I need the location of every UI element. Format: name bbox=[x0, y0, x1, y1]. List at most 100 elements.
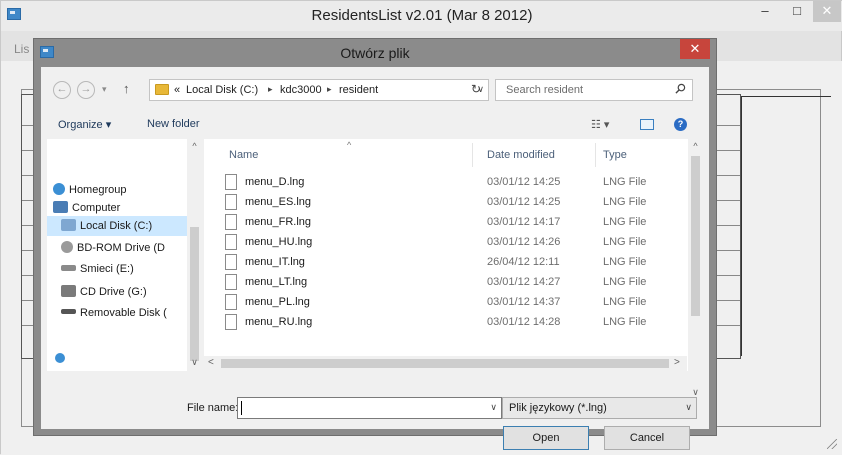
menu-list[interactable]: Lis bbox=[14, 42, 29, 56]
file-row[interactable]: menu_IT.lng 26/04/12 12:11 LNG File bbox=[204, 253, 684, 273]
dialog-titlebar[interactable]: Otwórz plik ✕ bbox=[34, 39, 716, 67]
file-date: 03/01/12 14:26 bbox=[487, 236, 561, 248]
text-caret bbox=[241, 401, 242, 415]
column-header-date-modified[interactable]: Date modified bbox=[487, 149, 555, 161]
up-folder-button[interactable]: ↑ bbox=[123, 81, 130, 96]
search-input[interactable]: Search resident bbox=[495, 79, 693, 101]
dialog-title: Otwórz plik bbox=[340, 45, 410, 61]
nav-item-label: Smieci (E:) bbox=[80, 263, 134, 275]
file-icon bbox=[225, 234, 237, 250]
breadcrumb-resident[interactable]: resident bbox=[339, 84, 378, 96]
column-divider[interactable] bbox=[595, 143, 596, 167]
nav-item-label: Removable Disk ( bbox=[80, 307, 167, 319]
scroll-thumb[interactable] bbox=[190, 227, 199, 361]
removable-disk-icon bbox=[61, 309, 76, 314]
breadcrumb-local-disk[interactable]: Local Disk (C:) bbox=[186, 84, 258, 96]
breadcrumb-separator[interactable]: ▸ bbox=[327, 84, 332, 95]
close-button[interactable]: ✕ bbox=[813, 1, 841, 22]
column-divider[interactable] bbox=[472, 143, 473, 167]
nav-item-label: Local Disk (C:) bbox=[80, 220, 153, 232]
nav-item-local-disk[interactable]: Local Disk (C:) bbox=[61, 219, 188, 232]
nav-item-homegroup[interactable]: Homegroup bbox=[53, 183, 188, 196]
organize-button[interactable]: Organize ▾ bbox=[58, 118, 111, 131]
file-type-select[interactable]: Plik językowy (*.lng) ∨ bbox=[502, 397, 697, 419]
file-date: 03/01/12 14:27 bbox=[487, 276, 561, 288]
file-date: 03/01/12 14:25 bbox=[487, 176, 561, 188]
file-name: menu_HU.lng bbox=[245, 236, 313, 248]
scroll-down-arrow[interactable]: ∨ bbox=[187, 357, 202, 368]
scroll-thumb[interactable] bbox=[691, 156, 700, 316]
back-button[interactable]: ← bbox=[53, 81, 71, 99]
main-titlebar: ResidentsList v2.01 (Mar 8 2012) – □ ✕ bbox=[1, 1, 842, 31]
resize-grip[interactable] bbox=[827, 439, 837, 449]
breadcrumb-separator[interactable]: ▸ bbox=[268, 84, 273, 95]
file-type: LNG File bbox=[603, 316, 647, 328]
file-name: menu_PL.lng bbox=[245, 296, 310, 308]
file-name-input[interactable]: ∨ bbox=[237, 397, 502, 419]
maximize-button[interactable]: □ bbox=[783, 1, 811, 22]
file-type: LNG File bbox=[603, 256, 647, 268]
nav-item-network-icon[interactable] bbox=[55, 353, 65, 363]
file-type: LNG File bbox=[603, 176, 647, 188]
dialog-close-button[interactable]: ✕ bbox=[680, 39, 710, 59]
help-icon[interactable]: ? bbox=[674, 118, 687, 131]
cancel-button[interactable]: Cancel bbox=[604, 426, 690, 450]
hscroll-thumb[interactable] bbox=[221, 359, 669, 368]
cd-drive-icon bbox=[61, 285, 76, 297]
nav-item-bd-rom[interactable]: BD-ROM Drive (D bbox=[61, 241, 188, 254]
nav-item-label: CD Drive (G:) bbox=[80, 286, 147, 298]
file-row[interactable]: menu_HU.lng 03/01/12 14:26 LNG File bbox=[204, 233, 684, 253]
view-options-icon[interactable]: ☷ ▾ bbox=[591, 118, 609, 131]
file-row[interactable]: menu_LT.lng 03/01/12 14:27 LNG File bbox=[204, 273, 684, 293]
file-name-label: File name: bbox=[187, 402, 239, 414]
main-window-title: ResidentsList v2.01 (Mar 8 2012) bbox=[311, 7, 533, 24]
nav-item-smieci[interactable]: Smieci (E:) bbox=[61, 263, 188, 275]
hard-drive-icon bbox=[61, 219, 76, 231]
nav-item-label: Computer bbox=[72, 202, 121, 214]
nav-item-cd-drive[interactable]: CD Drive (G:) bbox=[61, 285, 188, 298]
refresh-button[interactable]: ↻ bbox=[465, 79, 487, 101]
scroll-right-arrow[interactable]: > bbox=[674, 357, 680, 368]
file-row[interactable]: menu_PL.lng 03/01/12 14:37 LNG File bbox=[204, 293, 684, 313]
nav-item-computer[interactable]: Computer bbox=[53, 201, 188, 214]
file-list-scrollbar[interactable]: ^ ∨ bbox=[688, 139, 703, 401]
nav-pane-scrollbar[interactable]: ^ ∨ bbox=[187, 139, 202, 371]
file-name-dropdown-icon[interactable]: ∨ bbox=[490, 402, 497, 413]
breadcrumb-kdc3000[interactable]: kdc3000 bbox=[280, 84, 322, 96]
new-folder-button[interactable]: New folder bbox=[147, 118, 200, 130]
navigation-pane: Homegroup Computer Local Disk (C:) BD-RO… bbox=[47, 139, 202, 371]
address-bar[interactable]: « Local Disk (C:) ▸ kdc3000 ▸ resident ∨ bbox=[149, 79, 489, 101]
recent-locations-button[interactable]: ▾ bbox=[102, 84, 107, 95]
folder-icon bbox=[155, 84, 169, 95]
preview-pane-icon[interactable] bbox=[640, 119, 654, 130]
scroll-left-arrow[interactable]: < bbox=[208, 357, 214, 368]
file-name: menu_RU.lng bbox=[245, 316, 313, 328]
column-header-name[interactable]: Name bbox=[229, 149, 258, 161]
file-row[interactable]: menu_FR.lng 03/01/12 14:17 LNG File bbox=[204, 213, 684, 233]
nav-item-removable-disk[interactable]: Removable Disk ( bbox=[61, 307, 188, 319]
homegroup-icon bbox=[53, 183, 65, 195]
file-row[interactable]: menu_RU.lng 03/01/12 14:28 LNG File bbox=[204, 313, 684, 333]
search-icon[interactable] bbox=[675, 83, 686, 94]
file-name: menu_IT.lng bbox=[245, 256, 305, 268]
forward-button[interactable]: → bbox=[77, 81, 95, 99]
dialog-toolbar: Organize ▾ New folder ☷ ▾ ? bbox=[41, 111, 709, 139]
file-date: 03/01/12 14:28 bbox=[487, 316, 561, 328]
file-icon bbox=[225, 274, 237, 290]
file-row[interactable]: menu_ES.lng 03/01/12 14:25 LNG File bbox=[204, 193, 684, 213]
breadcrumb-overflow[interactable]: « bbox=[174, 84, 180, 96]
background-line bbox=[741, 96, 742, 356]
file-icon bbox=[225, 314, 237, 330]
column-header-type[interactable]: Type bbox=[603, 149, 627, 161]
file-date: 03/01/12 14:25 bbox=[487, 196, 561, 208]
file-type-dropdown-icon[interactable]: ∨ bbox=[685, 402, 692, 413]
file-type: LNG File bbox=[603, 276, 647, 288]
minimize-button[interactable]: – bbox=[751, 1, 779, 22]
file-name: menu_D.lng bbox=[245, 176, 305, 188]
file-row[interactable]: menu_D.lng 03/01/12 14:25 LNG File bbox=[204, 173, 684, 193]
scroll-up-arrow[interactable]: ^ bbox=[688, 141, 703, 151]
scroll-up-arrow[interactable]: ^ bbox=[187, 141, 202, 151]
file-list-hscrollbar[interactable]: < > bbox=[204, 356, 687, 371]
open-button[interactable]: Open bbox=[503, 426, 589, 450]
file-type: LNG File bbox=[603, 196, 647, 208]
